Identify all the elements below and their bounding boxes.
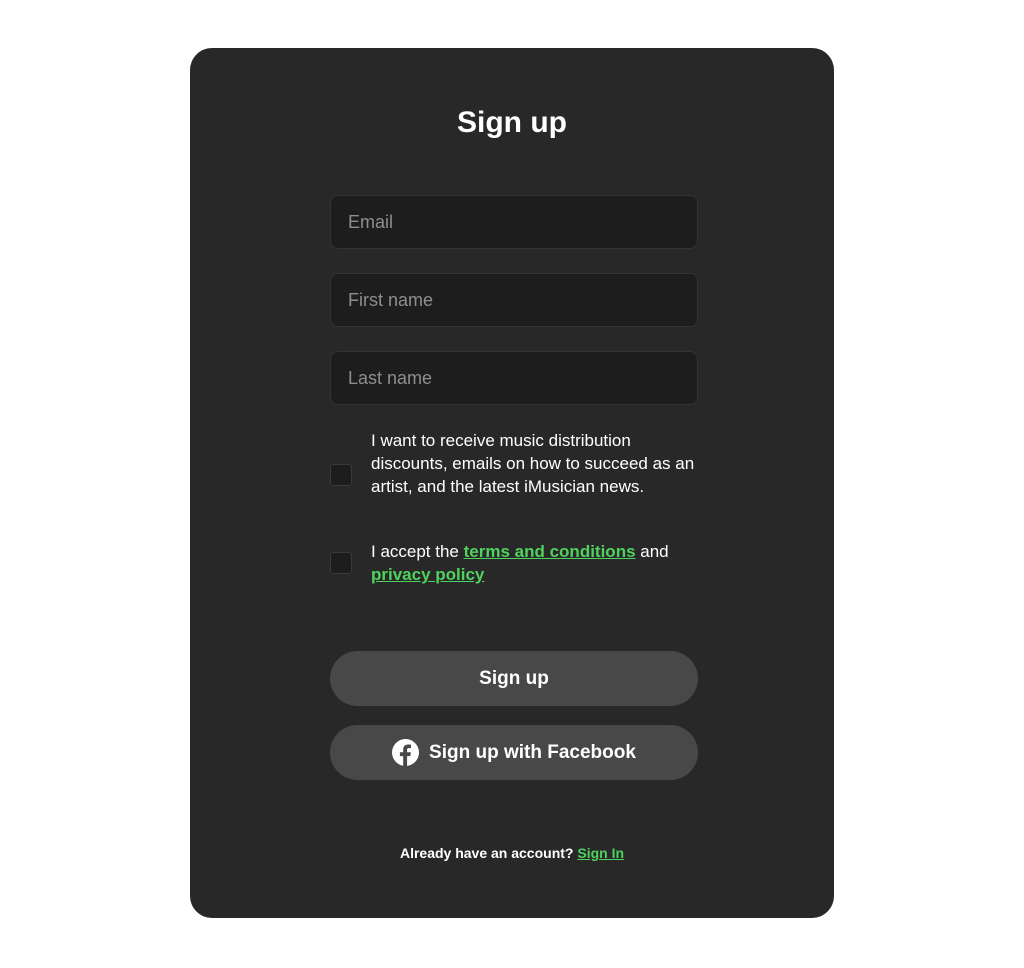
signin-prompt-text: Already have an account? (399, 845, 578, 861)
facebook-signup-button[interactable]: Sign up with Facebook (330, 725, 698, 780)
newsletter-label: I want to receive music distribution dis… (371, 431, 695, 496)
facebook-button-label: Sign up with Facebook (429, 741, 636, 763)
newsletter-checkbox[interactable] (330, 464, 352, 486)
terms-prefix-text: I accept the (371, 542, 464, 561)
privacy-policy-link[interactable]: privacy policy (371, 565, 484, 584)
email-input[interactable] (330, 195, 698, 249)
page-title: Sign up (457, 106, 567, 139)
first-name-input[interactable] (330, 273, 698, 327)
terms-label: I accept the terms and conditions and pri… (371, 540, 706, 586)
signin-link[interactable]: Sign In (577, 845, 624, 861)
terms-link[interactable]: terms and conditions (464, 542, 636, 561)
terms-checkbox[interactable] (330, 552, 352, 574)
signup-button-label: Sign up (479, 667, 549, 689)
last-name-input[interactable] (330, 351, 698, 405)
terms-middle-text: and (635, 542, 669, 561)
facebook-icon (392, 739, 420, 766)
signin-prompt: Already have an account? Sign In (0, 843, 1024, 863)
signup-button[interactable]: Sign up (330, 651, 698, 706)
